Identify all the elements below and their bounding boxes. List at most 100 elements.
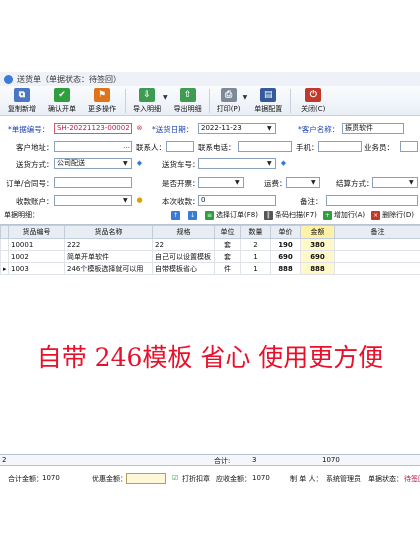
- cell-remark[interactable]: [334, 238, 420, 251]
- ship-method-edit-icon[interactable]: ◆: [135, 159, 144, 168]
- cell-spec[interactable]: 自己可以设置模板: [152, 250, 215, 263]
- print-button[interactable]: ⎙ 打印(P): [213, 86, 245, 116]
- table-row[interactable]: ▸ 1003 246个模板选择就可以用 自带模板省心 件 1 888 888: [0, 262, 420, 275]
- order-no-field[interactable]: [54, 177, 132, 188]
- salesman-field[interactable]: [400, 141, 418, 152]
- print-stamp-checkbox-icon[interactable]: ☑: [172, 474, 178, 482]
- plate-select[interactable]: ▼: [198, 158, 276, 169]
- cell-unit[interactable]: 套: [214, 250, 241, 263]
- import-detail-button[interactable]: ⇩ 导入明细: [129, 86, 165, 116]
- remark-field[interactable]: [326, 195, 418, 206]
- contact-field[interactable]: [166, 141, 194, 152]
- detail-toolbar: 单据明细： ↑ ↓ ≡ 选择订单(F8) ║ 条码扫描(F7) + 增加行(A) × 删…: [0, 208, 420, 222]
- customer-name-field[interactable]: 振贯软件: [342, 123, 404, 134]
- cell-spec[interactable]: 22: [152, 238, 215, 251]
- column-header[interactable]: 货品名称: [64, 225, 153, 239]
- cell-remark[interactable]: [334, 262, 420, 275]
- grid-summary-row: 2 合计: 3 1070: [0, 454, 420, 466]
- chevron-down-icon: ▼: [409, 179, 414, 186]
- detail-table: 货品编号 货品名称 规格 单位 数量 单价 金额 备注 10001 222 22…: [0, 225, 420, 275]
- settle-select[interactable]: ▼: [372, 177, 418, 188]
- move-up-button[interactable]: ↑: [171, 210, 182, 220]
- column-header[interactable]: 备注: [334, 225, 420, 239]
- cell-remark[interactable]: [334, 250, 420, 263]
- more-actions-button[interactable]: ⚑ 更多操作: [82, 86, 122, 116]
- bill-config-button[interactable]: ▤ 单据配置: [249, 86, 287, 116]
- import-dropdown-caret[interactable]: ▼: [163, 94, 168, 101]
- export-detail-button[interactable]: ⇧ 导出明细: [170, 86, 206, 116]
- cell-name[interactable]: 简单开单软件: [64, 250, 153, 263]
- column-header[interactable]: 金额: [300, 225, 335, 239]
- cell-code[interactable]: 1003: [8, 262, 65, 275]
- contact-label: 联系人：: [136, 143, 166, 152]
- table-row[interactable]: 10001 222 22 套 2 190 380: [0, 238, 420, 251]
- main-toolbar: ⧉ 复制新增 ✔ 确认开单 ⚑ 更多操作 ⇩ 导入明细 ▼ ⇧ 导出明细 ⎙ 打…: [0, 86, 420, 116]
- chevron-down-icon: ▼: [267, 160, 272, 167]
- column-header[interactable]: 货品编号: [8, 225, 65, 239]
- cell-code[interactable]: 10001: [8, 238, 65, 251]
- total-amount: 1070: [322, 456, 340, 464]
- delete-row-button[interactable]: × 删除行(D): [371, 210, 414, 220]
- cell-price[interactable]: 690: [270, 250, 301, 263]
- cell-price[interactable]: 190: [270, 238, 301, 251]
- cell-amount[interactable]: 888: [300, 262, 335, 275]
- received-field[interactable]: 0: [198, 195, 276, 206]
- barcode-scan-button[interactable]: ║ 条码扫描(F7): [263, 210, 317, 220]
- receiver-select[interactable]: ▼: [54, 195, 132, 206]
- confirm-bill-button[interactable]: ✔ 确认开单: [42, 86, 82, 116]
- plate-edit-icon[interactable]: ◆: [279, 159, 288, 168]
- column-header[interactable]: 规格: [152, 225, 215, 239]
- add-row-icon: +: [322, 210, 332, 220]
- cell-amount[interactable]: 380: [300, 238, 335, 251]
- ship-method-select[interactable]: 公司配送 ▼: [54, 158, 132, 169]
- row-marker: ▸: [0, 262, 9, 275]
- cell-qty[interactable]: 1: [240, 262, 271, 275]
- copy-add-button[interactable]: ⧉ 复制新增: [2, 86, 42, 116]
- plate-label: 送货车号：: [162, 160, 200, 169]
- cell-price[interactable]: 888: [270, 262, 301, 275]
- close-button[interactable]: ⏻ 关闭(C): [294, 86, 332, 116]
- window-title: 送货单（单据状态：待签回）: [17, 74, 121, 84]
- column-header[interactable]: 数量: [240, 225, 271, 239]
- chevron-down-icon: ▼: [123, 160, 128, 167]
- customer-name-label: *客户名称：: [298, 125, 340, 134]
- bill-no-field[interactable]: SH-20221123-00002: [54, 123, 132, 134]
- cell-name[interactable]: 222: [64, 238, 153, 251]
- cell-amount[interactable]: 690: [300, 250, 335, 263]
- column-header[interactable]: 单价: [270, 225, 301, 239]
- receivable-value: 1070: [252, 474, 270, 482]
- row-marker: [0, 250, 9, 263]
- cell-unit[interactable]: 套: [214, 238, 241, 251]
- toolbar-separator: [125, 89, 126, 113]
- remark-label: 备注：: [300, 197, 323, 206]
- freight-select[interactable]: ▼: [286, 177, 320, 188]
- date-field[interactable]: 2022-11-23 ▼: [198, 123, 276, 134]
- add-row-button[interactable]: + 增加行(A): [322, 210, 365, 220]
- flag-icon: ⚑: [94, 88, 110, 102]
- print-dropdown-caret[interactable]: ▼: [243, 94, 248, 101]
- cell-name[interactable]: 246个模板选择就可以用: [64, 262, 153, 275]
- cell-qty[interactable]: 1: [240, 250, 271, 263]
- cell-qty[interactable]: 2: [240, 238, 271, 251]
- phone-label: 联系电话：: [198, 143, 236, 152]
- address-more-button[interactable]: …: [122, 142, 131, 151]
- toolbar-separator: [208, 89, 210, 113]
- bulb-icon[interactable]: ●: [135, 196, 144, 205]
- row-marker-header: [0, 225, 9, 239]
- cell-code[interactable]: 1002: [8, 250, 65, 263]
- phone-field[interactable]: [238, 141, 292, 152]
- cell-spec[interactable]: 自带模板省心: [152, 262, 215, 275]
- mobile-field[interactable]: [318, 141, 362, 152]
- invoice-select[interactable]: ▼: [198, 177, 244, 188]
- column-header[interactable]: 单位: [214, 225, 241, 239]
- cell-unit[interactable]: 件: [214, 262, 241, 275]
- check-icon: ✔: [54, 88, 70, 102]
- status-label: 单据状态：: [368, 475, 403, 483]
- move-down-button[interactable]: ↓: [188, 210, 199, 220]
- clear-bill-no-icon[interactable]: ⊗: [135, 124, 144, 133]
- select-order-button[interactable]: ≡ 选择订单(F8): [205, 210, 258, 220]
- table-row[interactable]: 1002 简单开单软件 自己可以设置模板 套 1 690 690: [0, 250, 420, 263]
- discount-field[interactable]: [126, 473, 166, 484]
- print-stamp-label[interactable]: 打折扣章: [182, 474, 210, 484]
- address-field[interactable]: [54, 141, 132, 152]
